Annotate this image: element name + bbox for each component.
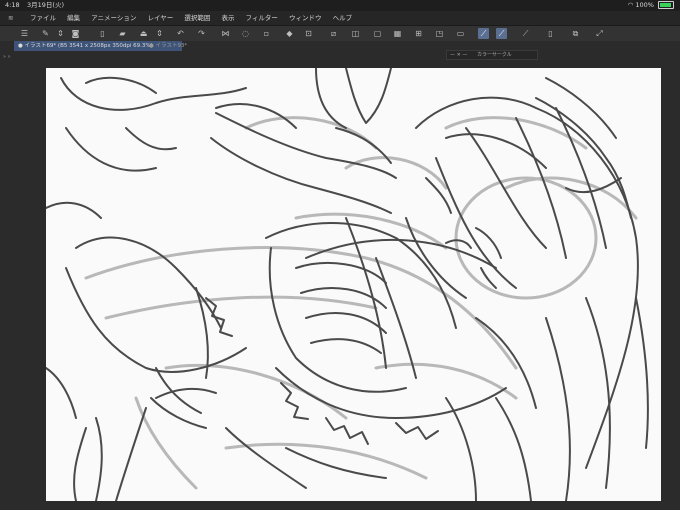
redo-icon[interactable]: ↷ <box>196 28 207 39</box>
menu-icon[interactable]: ☰ <box>19 28 30 39</box>
left-panel-strip: » » <box>0 51 14 510</box>
menu-help[interactable]: ヘルプ <box>333 14 353 22</box>
undo-icon[interactable]: ↶ <box>175 28 186 39</box>
battery-icon <box>658 1 674 9</box>
menu-animation[interactable]: アニメーション <box>91 14 136 22</box>
settings-icon[interactable]: ◙ <box>70 28 81 39</box>
expand-left-icon[interactable]: » » <box>3 54 11 60</box>
status-right: ◠ 100% <box>628 0 674 11</box>
ios-status-bar: 4:18 3月19日(火) ◠ 100% <box>0 0 680 11</box>
drawing-canvas[interactable] <box>46 68 661 501</box>
expand-icon[interactable]: ⤢ <box>594 28 605 39</box>
grid-icon[interactable]: ▢ <box>372 28 383 39</box>
device-icon[interactable]: ▯ <box>545 28 556 39</box>
crop2-icon[interactable]: ◫ <box>350 28 361 39</box>
clock: 4:18 <box>5 1 20 9</box>
spin-icon[interactable]: ⇕ <box>55 28 66 39</box>
menu-filter[interactable]: フィルター <box>246 14 278 22</box>
command-bar: ☰ ✎ ⇕ ◙ ▯ ▰ ⏏ ⇕ ↶ ↷ ⋈ ◌ ▫ ◆ ⊡ ⧄ ◫ ▢ ▦ ⊞ … <box>0 25 680 42</box>
date: 3月19日(火) <box>27 1 64 9</box>
layer-icon[interactable]: ⊞ <box>413 28 424 39</box>
menu-view[interactable]: 表示 <box>221 14 234 22</box>
open-icon[interactable]: ▰ <box>117 28 128 39</box>
new-icon[interactable]: ▯ <box>97 28 108 39</box>
menu-window[interactable]: ウィンドウ <box>289 14 322 22</box>
panel-controls[interactable]: — ✕ — <box>450 51 467 59</box>
arrow-icon[interactable]: ⇕ <box>154 28 165 39</box>
ruler-icon[interactable]: ▦ <box>392 28 403 39</box>
app-wifi-icon[interactable]: ≋ <box>8 11 13 25</box>
menu-bar: ≋ ファイル 編集 アニメーション レイヤー 選択範囲 表示 フィルター ウィン… <box>0 11 680 25</box>
menu-items: ファイル 編集 アニメーション レイヤー 選択範囲 表示 フィルター ウィンドウ… <box>30 11 361 25</box>
pen-icon[interactable]: ⟋ <box>496 28 507 39</box>
save-icon[interactable]: ⏏ <box>138 28 149 39</box>
frame-icon[interactable]: ◳ <box>434 28 445 39</box>
chart-icon[interactable]: ⟋ <box>478 28 489 39</box>
select-all-icon[interactable]: ⧄ <box>328 28 339 39</box>
menu-selection[interactable]: 選択範囲 <box>184 14 210 22</box>
share-icon[interactable]: ⧉ <box>570 28 581 39</box>
wifi-status-icon: ◠ <box>627 1 634 9</box>
menu-file[interactable]: ファイル <box>30 14 56 22</box>
menu-edit[interactable]: 編集 <box>67 14 80 22</box>
panel-title: カラーサークル <box>477 52 512 58</box>
battery-percent: 100% <box>635 1 654 9</box>
lasso-icon[interactable]: ◌ <box>240 28 251 39</box>
color-circle-panel[interactable]: — ✕ — カラーサークル <box>446 50 538 60</box>
transform-icon[interactable]: ⊡ <box>303 28 314 39</box>
snap-icon[interactable]: ⋈ <box>220 28 231 39</box>
sketch-artwork <box>46 68 649 501</box>
frame2-icon[interactable]: ▭ <box>455 28 466 39</box>
edit-icon[interactable]: ✎ <box>40 28 51 39</box>
document-tabs: ● イラスト69* (B5 3541 x 2508px 350dpi 69.3%… <box>0 41 680 51</box>
stroke-icon[interactable]: ⟋ <box>520 28 531 39</box>
crop-icon[interactable]: ▫ <box>261 28 272 39</box>
fill-icon[interactable]: ◆ <box>284 28 295 39</box>
menu-layer[interactable]: レイヤー <box>147 14 173 22</box>
tab-illust-93[interactable]: ● イラスト93* <box>145 41 191 51</box>
